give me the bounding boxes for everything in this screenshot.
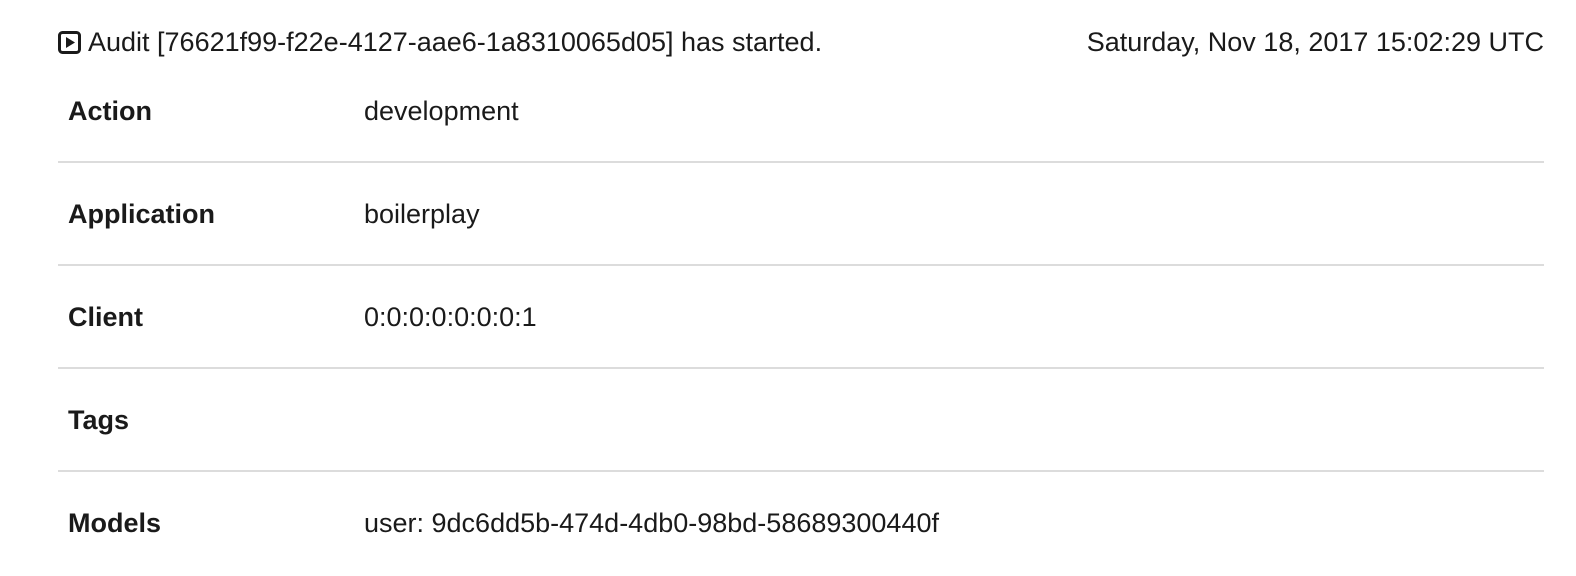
detail-label: Models — [68, 508, 162, 538]
detail-value: development — [364, 96, 519, 126]
play-square-icon — [58, 30, 81, 54]
detail-row-action: Action development — [58, 60, 1544, 163]
detail-label: Client — [68, 302, 144, 332]
detail-label: Application — [68, 199, 215, 229]
audit-timestamp: Saturday, Nov 18, 2017 15:02:29 UTC — [1086, 27, 1544, 57]
audit-title: Audit [76621f99-f22e-4127-aae6-1a8310065… — [58, 22, 822, 62]
detail-label: Tags — [68, 405, 130, 435]
audit-message: Audit [76621f99-f22e-4127-aae6-1a8310065… — [88, 27, 823, 57]
detail-value: boilerplay — [364, 199, 480, 229]
detail-row-models: Models user: 9dc6dd5b-474d-4db0-98bd-586… — [58, 472, 1544, 575]
detail-label: Action — [68, 96, 152, 126]
audit-details-table: Action development Application boilerpla… — [58, 60, 1544, 575]
detail-value: 0:0:0:0:0:0:0:1 — [364, 302, 537, 332]
detail-row-client: Client 0:0:0:0:0:0:0:1 — [58, 266, 1544, 369]
audit-header: Audit [76621f99-f22e-4127-aae6-1a8310065… — [58, 22, 1544, 62]
detail-value: user: 9dc6dd5b-474d-4db0-98bd-5868930044… — [364, 508, 939, 538]
detail-row-application: Application boilerplay — [58, 163, 1544, 266]
detail-row-tags: Tags — [58, 369, 1544, 472]
